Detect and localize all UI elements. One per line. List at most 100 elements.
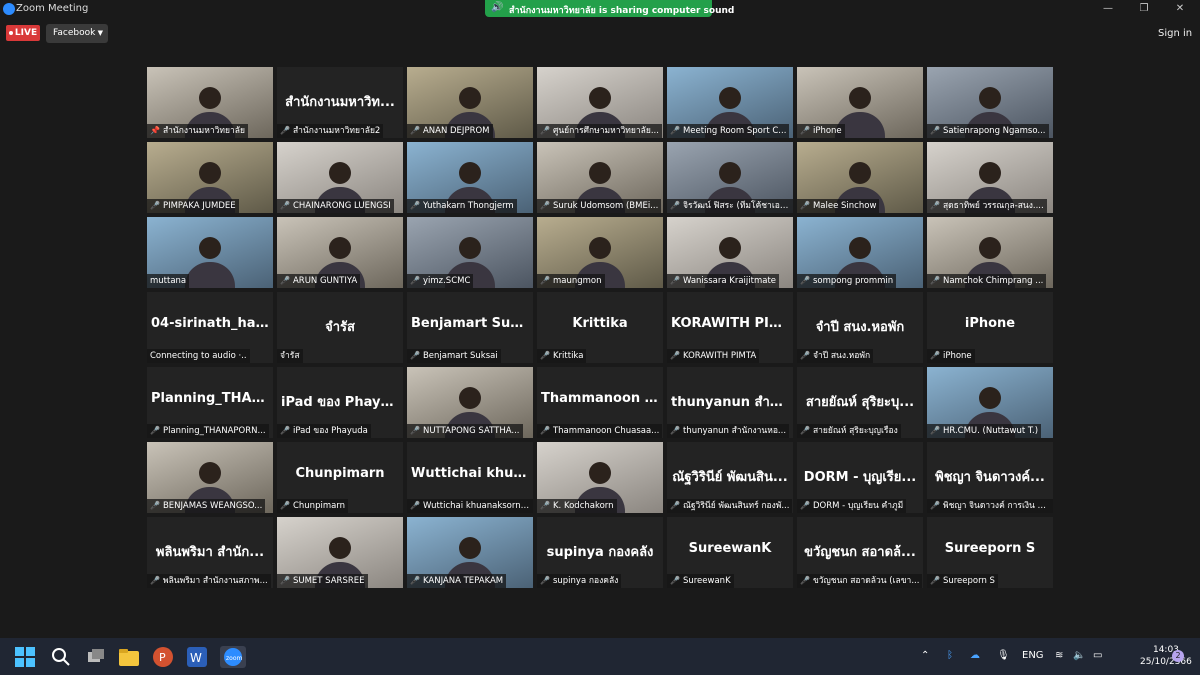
participant-tile[interactable]: 🎤 Satienrapong Ngamso... [927,67,1053,138]
participant-tile[interactable]: 🎤 NUTTAPONG SATTHA... [407,367,533,438]
participant-name-text: Benjamart Suksai [422,351,498,361]
person-head [459,86,481,109]
participant-tile[interactable]: 🎤 BENJAMAS WEANGSO... [147,442,273,513]
participant-tile[interactable]: สายยัณห์ สุริยะบุ... 🎤 สายยัณห์ สุริยะบุญเ… [797,367,923,438]
word-icon[interactable]: W [186,646,208,668]
participant-tile[interactable]: 🎤 HR.CMU. (Nuttawut T.) [927,367,1053,438]
participant-tile[interactable]: 🎤 PIMPAKA JUMDEE [147,142,273,213]
participant-tile[interactable]: 🎤 Malee Sinchow [797,142,923,213]
participant-name-text: Sureeporn S [942,576,995,586]
svg-text:P: P [159,651,166,664]
participant-tile[interactable]: Planning_THAN... 🎤 Planning_THANAPORN... [147,367,273,438]
participant-tile[interactable]: supinya กองคลัง 🎤 supinya กองคลัง [537,517,663,588]
participant-tile[interactable]: Thammanoon C... 🎤 Thammanoon Chuasaa... [537,367,663,438]
microphone-icon[interactable]: 🎙 [997,650,1010,661]
muted-mic-icon: 🎤 [670,276,680,285]
participant-tile[interactable]: Krittika 🎤 Krittika [537,292,663,363]
participant-tile[interactable]: KORAWITH PIM... 🎤 KORAWITH PIMTA [667,292,793,363]
bluetooth-icon[interactable]: ᛒ [947,650,953,661]
participant-tile[interactable]: 🎤 sompong prommin [797,217,923,288]
participant-display-name: สำนักงานมหาวิท... [285,95,395,110]
live-badge[interactable]: LIVE [6,25,40,41]
volume-icon[interactable]: 🔈 [1073,650,1085,661]
participant-tile[interactable]: พิชญา จินดาวงค์... 🎤 พิชญา จินดาวงค์ การเง… [927,442,1053,513]
participant-tile[interactable]: DORM - บุญเรีย... 🎤 DORM - บุญเรียน คำภูมี [797,442,923,513]
participant-display-name: SureewanK [688,541,772,556]
muted-mic-icon: 🎤 [280,426,290,435]
participant-name-label: 🎤 ARUN GUNTIYA [277,274,361,288]
participant-tile[interactable]: 🎤 Meeting Room Sport C... [667,67,793,138]
participant-name-text: Wanissara Kraijitmate [682,276,777,286]
minimize-button[interactable]: — [1098,2,1118,16]
powerpoint-icon[interactable]: P [152,646,174,668]
participant-name-label: 🎤 DORM - บุญเรียน คำภูมี [797,499,907,513]
participant-tile[interactable]: 🎤 K. Kodchakorn [537,442,663,513]
stream-platform-label: Facebook [53,28,96,38]
participant-tile[interactable]: 🎤 KANJANA TEPAKAM [407,517,533,588]
file-explorer-icon[interactable] [118,646,140,668]
onedrive-icon[interactable]: ☁ [970,650,980,661]
participant-name-text: iPhone [812,126,842,136]
battery-icon[interactable]: ▭ [1093,650,1102,661]
muted-mic-icon: 🎤 [410,126,420,135]
participant-name-label: 🎤 iPhone [797,124,845,138]
person-head [719,86,741,109]
participant-name-label: 🎤 จิรวัฒน์ ฟิสระ (ทีมโค้ชาเอม... [667,199,793,213]
participant-name-text: พิชญา จินดาวงค์ การเงิน ก... [942,501,1051,511]
sign-in-button[interactable]: Sign in [1158,28,1192,39]
participant-tile[interactable]: พลินพริมา สำนัก... 🎤 พลินพริมา สำนักงานสภา… [147,517,273,588]
participant-tile[interactable]: thunyanun สำนั... 🎤 thunyanun สำนักงานหอ..… [667,367,793,438]
participant-tile[interactable]: iPhone 🎤 iPhone [927,292,1053,363]
participant-tile[interactable]: 🎤 Yuthakarn Thongjerm [407,142,533,213]
participant-tile[interactable]: 🎤 ศูนย์การศึกษามหาวิทยาลัย... [537,67,663,138]
participant-tile[interactable]: Benjamart Suksai 🎤 Benjamart Suksai [407,292,533,363]
participant-tile[interactable]: 🎤 CHAINARONG LUENGSI [277,142,403,213]
system-clock[interactable]: 14:03 25/10/2566 [1140,644,1192,668]
participant-tile[interactable]: ณัฐวิรินีย์ พัฒนสิน... 🎤 ณัฐวิรินีย์ พัฒนส… [667,442,793,513]
participant-tile[interactable]: 🎤 yimz.SCMC [407,217,533,288]
participant-tile[interactable]: จำปี สนง.หอพัก 🎤 จำปี สนง.หอพัก [797,292,923,363]
notification-badge[interactable]: 2 [1172,650,1184,662]
participant-tile[interactable]: Chunpimarn 🎤 Chunpimarn [277,442,403,513]
zoom-taskbar-icon[interactable]: zoom [220,646,246,668]
participant-tile[interactable]: จำรัส จำรัส [277,292,403,363]
participant-tile[interactable]: 🎤 Wanissara Kraijitmate [667,217,793,288]
windows-start-icon[interactable] [14,646,36,668]
wifi-icon[interactable]: ≋ [1055,650,1063,661]
participant-name-text: Namchok Chimprang ... [942,276,1044,286]
search-icon[interactable] [50,646,72,668]
participant-tile[interactable]: 🎤 Suruk Udomsom (BMEi... [537,142,663,213]
facebook-stream-button[interactable]: Facebook ▼ [46,24,108,43]
chevron-up-icon[interactable]: ⌃ [921,650,929,661]
task-view-icon[interactable] [85,646,107,668]
participant-tile[interactable]: Wuttichai khua... 🎤 Wuttichai khuanaksorn … [407,442,533,513]
person-head [459,536,481,559]
participant-display-name: สายยัณห์ สุริยะบุ... [805,395,915,410]
participant-tile[interactable]: 🎤 maungmon [537,217,663,288]
participant-name-label: 🎤 KORAWITH PIMTA [667,349,760,363]
participant-tile[interactable]: muttana [147,217,273,288]
participant-tile[interactable]: 📌 สำนักงานมหาวิทยาลัย [147,67,273,138]
participant-tile[interactable]: สำนักงานมหาวิท... 🎤 สำนักงานมหาวิทยาลัย2 [277,67,403,138]
speaker-icon: 🔊 [491,2,504,13]
maximize-button[interactable]: ❐ [1134,2,1154,16]
participant-tile[interactable]: 🎤 iPhone [797,67,923,138]
participant-tile[interactable]: ขวัญชนก สอาดล้... 🎤 ขวัญชนก สอาดล้วน (เลขา… [797,517,923,588]
participant-tile[interactable]: 🎤 จิรวัฒน์ ฟิสระ (ทีมโค้ชาเอม... [667,142,793,213]
language-indicator[interactable]: ENG [1022,650,1044,661]
participant-name-text: Krittika [552,351,584,361]
participant-name-text: KORAWITH PIMTA [682,351,757,361]
sharing-sound-banner[interactable]: 🔊 สำนักงานมหาวิทยาลัย is sharing compute… [485,0,734,17]
participant-tile[interactable]: 🎤 SUMET SARSREE [277,517,403,588]
muted-mic-icon: 🎤 [150,426,160,435]
participant-tile[interactable]: 04-sirinath_hanc... Connecting to audio ·… [147,292,273,363]
participant-tile[interactable]: Sureeporn S 🎤 Sureeporn S [927,517,1053,588]
participant-tile[interactable]: 🎤 ANAN DEJPROM [407,67,533,138]
participant-tile[interactable]: 🎤 Namchok Chimprang ... [927,217,1053,288]
participant-tile[interactable]: iPad ของ Phayuda 🎤 iPad ของ Phayuda [277,367,403,438]
participant-tile[interactable]: 🎤 สุดธาทิพย์ วรรณกุล-สนง.... [927,142,1053,213]
participant-display-name: thunyanun สำนั... [671,395,793,410]
close-button[interactable]: ✕ [1170,2,1190,16]
participant-tile[interactable]: 🎤 ARUN GUNTIYA [277,217,403,288]
participant-tile[interactable]: SureewanK 🎤 SureewanK [667,517,793,588]
